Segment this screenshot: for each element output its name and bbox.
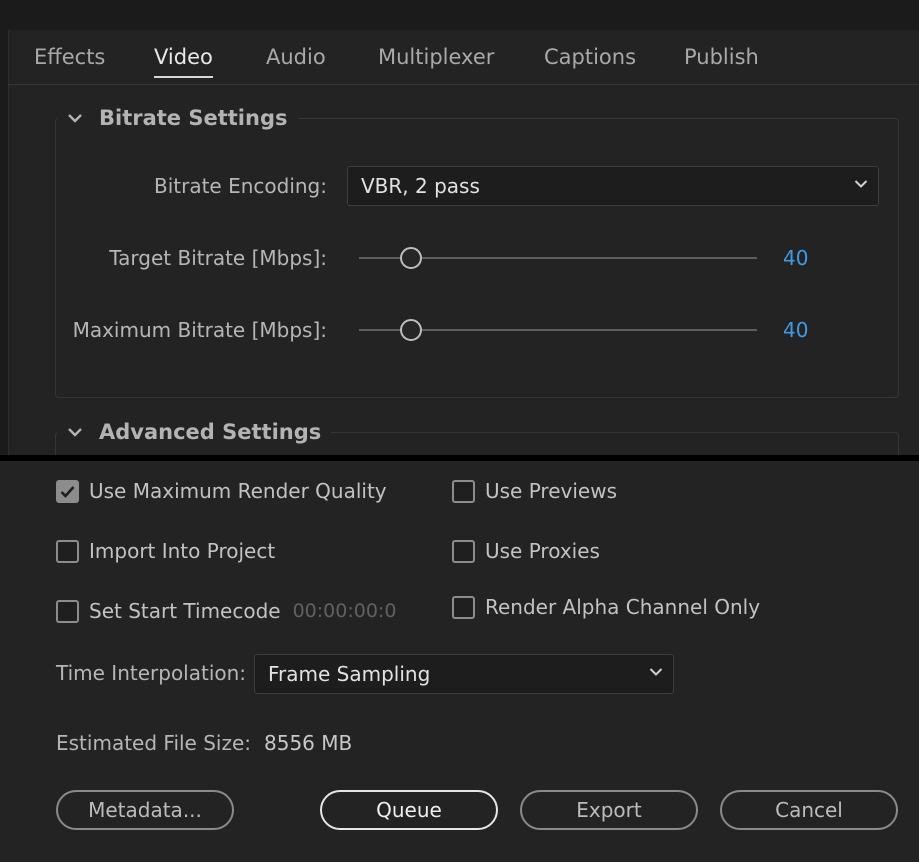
checkbox-label: Use Previews	[485, 479, 617, 503]
set-start-timecode-option[interactable]: Set Start Timecode 00:00:00:0	[56, 599, 396, 623]
chevron-down-icon	[68, 114, 82, 123]
bitrate-encoding-dropdown[interactable]: VBR, 2 pass	[347, 166, 879, 206]
checkbox-label: Set Start Timecode	[89, 599, 281, 623]
use-proxies-option[interactable]: Use Proxies	[452, 539, 600, 563]
slider-thumb[interactable]	[400, 247, 422, 269]
bitrate-encoding-label: Bitrate Encoding:	[153, 174, 327, 198]
target-bitrate-label: Target Bitrate [Mbps]:	[109, 246, 327, 270]
estimated-file-size-label: Estimated File Size:	[56, 731, 252, 755]
maximum-bitrate-value[interactable]: 40	[783, 318, 808, 342]
export-settings-panel: Effects Video Audio Multiplexer Captions…	[0, 0, 919, 455]
checkbox[interactable]	[56, 539, 79, 563]
advanced-settings-header[interactable]: Advanced Settings	[57, 417, 332, 447]
estimated-file-size-value: 8556 MB	[264, 731, 353, 755]
target-bitrate-slider[interactable]	[359, 245, 757, 271]
tab-video[interactable]: Video	[154, 45, 213, 78]
checkbox-label: Use Maximum Render Quality	[89, 479, 387, 503]
bitrate-encoding-value: VBR, 2 pass	[361, 174, 480, 198]
tab-audio[interactable]: Audio	[266, 45, 326, 69]
time-interpolation-dropdown[interactable]: Frame Sampling	[254, 654, 674, 694]
bitrate-settings-title: Bitrate Settings	[99, 106, 288, 130]
chevron-down-icon	[649, 668, 663, 676]
checkmark-icon	[60, 485, 75, 498]
advanced-settings-title: Advanced Settings	[99, 420, 322, 444]
metadata-button[interactable]: Metadata...	[56, 790, 234, 830]
time-interpolation-value: Frame Sampling	[268, 662, 431, 686]
checkbox[interactable]	[56, 479, 79, 503]
queue-button[interactable]: Queue	[320, 790, 498, 830]
tab-captions[interactable]: Captions	[544, 45, 636, 69]
import-into-project-option[interactable]: Import Into Project	[56, 539, 275, 563]
target-bitrate-value[interactable]: 40	[783, 246, 808, 270]
maximum-bitrate-slider[interactable]	[359, 317, 757, 343]
chevron-down-icon	[68, 428, 82, 437]
checkbox[interactable]	[56, 599, 79, 623]
tab-bar: Effects Video Audio Multiplexer Captions…	[8, 30, 919, 85]
checkbox[interactable]	[452, 595, 475, 619]
time-interpolation-label: Time Interpolation:	[56, 661, 247, 685]
checkbox-label: Use Proxies	[485, 539, 600, 563]
chevron-down-icon	[854, 180, 868, 188]
bitrate-settings-header[interactable]: Bitrate Settings	[57, 103, 298, 133]
render-alpha-channel-only-option[interactable]: Render Alpha Channel Only	[452, 595, 760, 619]
tab-multiplexer[interactable]: Multiplexer	[378, 45, 494, 69]
tab-effects[interactable]: Effects	[34, 45, 105, 69]
slider-thumb[interactable]	[400, 319, 422, 341]
panel-divider	[0, 455, 919, 461]
use-maximum-render-quality-option[interactable]: Use Maximum Render Quality	[56, 479, 387, 503]
start-timecode-field[interactable]: 00:00:00:0	[293, 600, 397, 622]
cancel-button[interactable]: Cancel	[720, 790, 898, 830]
checkbox[interactable]	[452, 539, 475, 563]
maximum-bitrate-label: Maximum Bitrate [Mbps]:	[72, 318, 327, 342]
tab-publish[interactable]: Publish	[684, 45, 759, 69]
use-previews-option[interactable]: Use Previews	[452, 479, 617, 503]
checkbox-label: Import Into Project	[89, 539, 276, 563]
checkbox[interactable]	[452, 479, 475, 503]
export-button[interactable]: Export	[520, 790, 698, 830]
checkbox-label: Render Alpha Channel Only	[485, 595, 761, 619]
